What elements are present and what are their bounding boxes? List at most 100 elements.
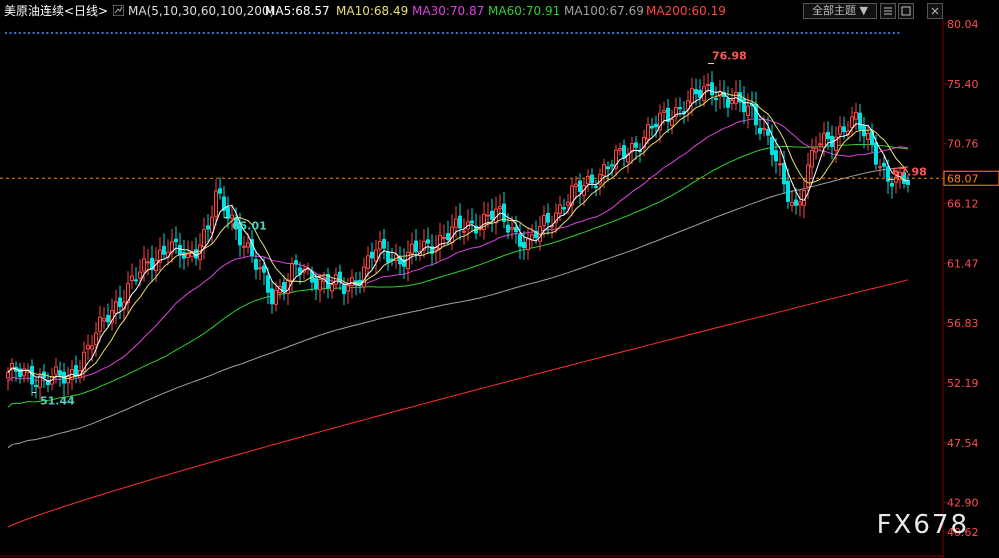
candle-up bbox=[662, 110, 666, 113]
event-dot bbox=[225, 31, 228, 35]
event-dot bbox=[395, 31, 399, 35]
candle-down bbox=[178, 244, 182, 256]
candle-down bbox=[226, 207, 230, 219]
candle-up bbox=[246, 242, 250, 248]
candle-down bbox=[562, 207, 566, 210]
y-tick-label: 75.40 bbox=[947, 78, 979, 91]
candle-up bbox=[146, 261, 150, 264]
candle-down bbox=[786, 180, 790, 202]
event-dot bbox=[547, 31, 550, 35]
event-dot bbox=[892, 31, 895, 35]
candle-up bbox=[878, 166, 882, 169]
event-dot bbox=[262, 31, 265, 35]
event-dot bbox=[41, 31, 44, 35]
candlestick-chart[interactable]: 80.04 75.40 70.76 66.12 61.47 56.83 52.19 47.54… bbox=[0, 0, 999, 558]
event-dot bbox=[303, 31, 307, 35]
event-dot bbox=[777, 31, 780, 35]
event-dot bbox=[717, 31, 721, 35]
event-dot bbox=[750, 31, 753, 35]
event-dot bbox=[96, 31, 100, 35]
candle-down bbox=[758, 127, 762, 134]
candle-down bbox=[606, 166, 610, 170]
candle-up bbox=[462, 230, 466, 233]
event-dot bbox=[575, 31, 578, 35]
event-dot bbox=[202, 31, 205, 35]
candle-up bbox=[450, 226, 454, 243]
event-dot bbox=[897, 31, 900, 35]
event-dot bbox=[538, 31, 541, 35]
candle-up bbox=[362, 266, 366, 288]
candle-down bbox=[294, 260, 298, 265]
event-dot bbox=[740, 31, 744, 35]
event-dot bbox=[722, 31, 725, 35]
candle-down bbox=[218, 188, 222, 194]
event-dot bbox=[27, 31, 31, 35]
event-dot bbox=[653, 31, 656, 35]
event-dot bbox=[676, 31, 679, 35]
event-dot bbox=[188, 31, 192, 35]
event-dot bbox=[464, 31, 468, 35]
event-dot bbox=[814, 31, 817, 35]
candle-down bbox=[106, 314, 110, 323]
candle-down bbox=[710, 82, 714, 96]
event-dot bbox=[152, 31, 155, 35]
event-dot bbox=[699, 31, 702, 35]
candle-down bbox=[874, 142, 878, 165]
candle-up bbox=[730, 100, 734, 104]
candle-down bbox=[774, 150, 778, 162]
y-tick-label: 66.12 bbox=[947, 197, 979, 210]
event-dot bbox=[179, 31, 182, 35]
candle-up bbox=[334, 274, 338, 285]
event-dot bbox=[579, 31, 583, 35]
event-dot bbox=[736, 31, 739, 35]
event-dot bbox=[14, 31, 17, 35]
candle-down bbox=[594, 185, 598, 188]
candle-down bbox=[314, 277, 318, 290]
event-dot bbox=[409, 31, 412, 35]
event-dot bbox=[363, 31, 366, 35]
candle-up bbox=[54, 366, 58, 375]
event-dot bbox=[414, 31, 417, 35]
event-dot bbox=[331, 31, 334, 35]
event-dot bbox=[18, 31, 21, 35]
candle-down bbox=[490, 210, 494, 220]
event-dot bbox=[648, 31, 652, 35]
candle-up bbox=[190, 252, 194, 257]
event-dot bbox=[382, 31, 385, 35]
candle-up bbox=[646, 124, 650, 140]
candle-down bbox=[382, 238, 386, 249]
event-dot bbox=[87, 31, 90, 35]
event-dot bbox=[556, 31, 560, 35]
event-dot bbox=[860, 31, 863, 35]
candle-up bbox=[498, 206, 502, 209]
event-dot bbox=[437, 31, 440, 35]
event-dot bbox=[106, 31, 109, 35]
candle-down bbox=[386, 251, 390, 263]
event-dot bbox=[708, 31, 711, 35]
event-dot bbox=[478, 31, 481, 35]
event-dot bbox=[234, 31, 238, 35]
event-dot bbox=[78, 31, 81, 35]
event-dot bbox=[460, 31, 463, 35]
candle-up bbox=[86, 344, 90, 350]
event-dot bbox=[552, 31, 555, 35]
candle-up bbox=[350, 277, 354, 286]
candle-up bbox=[214, 190, 218, 217]
event-dot bbox=[9, 31, 12, 35]
annotation-label: 67.98 bbox=[892, 165, 927, 178]
event-dot bbox=[851, 31, 854, 35]
event-dot bbox=[786, 31, 790, 35]
watermark-logo: FX678 bbox=[876, 510, 969, 540]
candle-up bbox=[346, 285, 350, 292]
event-dot bbox=[193, 31, 196, 35]
event-dot bbox=[253, 31, 256, 35]
candle-down bbox=[698, 89, 702, 98]
event-dot bbox=[280, 31, 284, 35]
ma100-line bbox=[7, 166, 909, 449]
event-dot bbox=[432, 31, 435, 35]
event-dot bbox=[625, 31, 629, 35]
event-dot bbox=[800, 31, 803, 35]
event-dot bbox=[46, 31, 49, 35]
candle-down bbox=[470, 220, 474, 224]
event-dot bbox=[170, 31, 173, 35]
